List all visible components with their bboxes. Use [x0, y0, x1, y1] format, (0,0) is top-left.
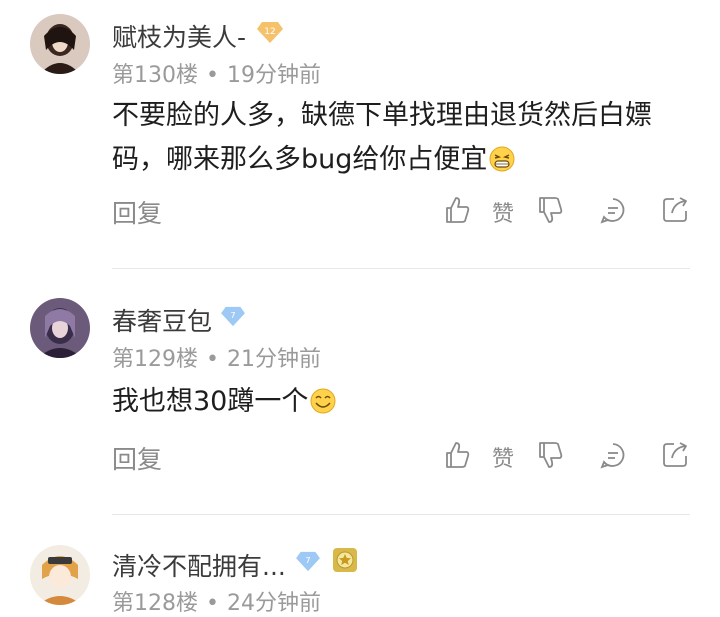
avatar-image: [30, 14, 90, 74]
comment-meta: 第130楼 • 19分钟前: [112, 57, 321, 89]
comment-meta: 第128楼 • 24分钟前: [112, 585, 321, 617]
avatar[interactable]: [30, 545, 90, 605]
reply-button[interactable]: 回复: [112, 194, 162, 230]
username[interactable]: 春奢豆包: [112, 302, 212, 338]
like-label[interactable]: 赞: [492, 441, 514, 473]
timestamp: 21分钟前: [226, 347, 321, 372]
thumbs-down-icon[interactable]: [535, 195, 565, 225]
like-label[interactable]: 赞: [492, 196, 514, 228]
grin-emoji-icon: [489, 146, 515, 172]
comment-item: 春奢豆包 7 第129楼 • 21分钟前 我也想30蹲一个 回复 赞: [0, 270, 720, 515]
comment-body: 我也想30蹲一个: [112, 386, 309, 417]
comment-meta: 第129楼 • 21分钟前: [112, 341, 321, 373]
smile-emoji-icon: [310, 388, 336, 414]
comment-icon[interactable]: [598, 195, 628, 225]
divider: [112, 268, 690, 269]
avatar[interactable]: [30, 298, 90, 358]
diamond-badge-icon: 12: [256, 20, 284, 44]
thumbs-up-icon[interactable]: [442, 440, 472, 470]
reply-button[interactable]: 回复: [112, 440, 162, 476]
comment-icon[interactable]: [598, 440, 628, 470]
svg-text:7: 7: [230, 310, 235, 320]
avatar[interactable]: [30, 14, 90, 74]
svg-text:7: 7: [305, 555, 310, 565]
floor-number: 第128楼: [112, 591, 198, 616]
separator: •: [206, 347, 219, 372]
comment-item: 清冷不配拥有... 7 第128楼 • 24分钟前: [0, 515, 720, 616]
avatar-image: [30, 298, 90, 358]
comment-item: 赋枝为美人- 12 第130楼 • 19分钟前 不要脸的人多，缺德下单找理由退货然后…: [0, 0, 720, 270]
separator: •: [206, 63, 219, 88]
thumbs-up-icon[interactable]: [442, 195, 472, 225]
share-icon[interactable]: [660, 440, 690, 470]
floor-number: 第129楼: [112, 347, 198, 372]
timestamp: 19分钟前: [226, 63, 321, 88]
avatar-image: [30, 545, 90, 605]
comment-text: 不要脸的人多，缺德下单找理由退货然后白嫖码，哪来那么多bug给你占便宜: [112, 94, 697, 182]
share-icon[interactable]: [660, 195, 690, 225]
username[interactable]: 赋枝为美人-: [112, 18, 246, 54]
comment-text: 我也想30蹲一个: [112, 380, 697, 424]
thumbs-down-icon[interactable]: [535, 440, 565, 470]
svg-text:12: 12: [264, 27, 275, 37]
comment-body: 不要脸的人多，缺德下单找理由退货然后白嫖码，哪来那么多bug给你占便宜: [112, 100, 652, 175]
username[interactable]: 清冷不配拥有...: [112, 547, 286, 583]
timestamp: 24分钟前: [226, 591, 321, 616]
diamond-badge-icon: 7: [220, 305, 246, 327]
floor-number: 第130楼: [112, 63, 198, 88]
medal-badge-icon: [332, 547, 358, 573]
separator: •: [206, 591, 219, 616]
diamond-badge-icon: 7: [295, 550, 321, 572]
